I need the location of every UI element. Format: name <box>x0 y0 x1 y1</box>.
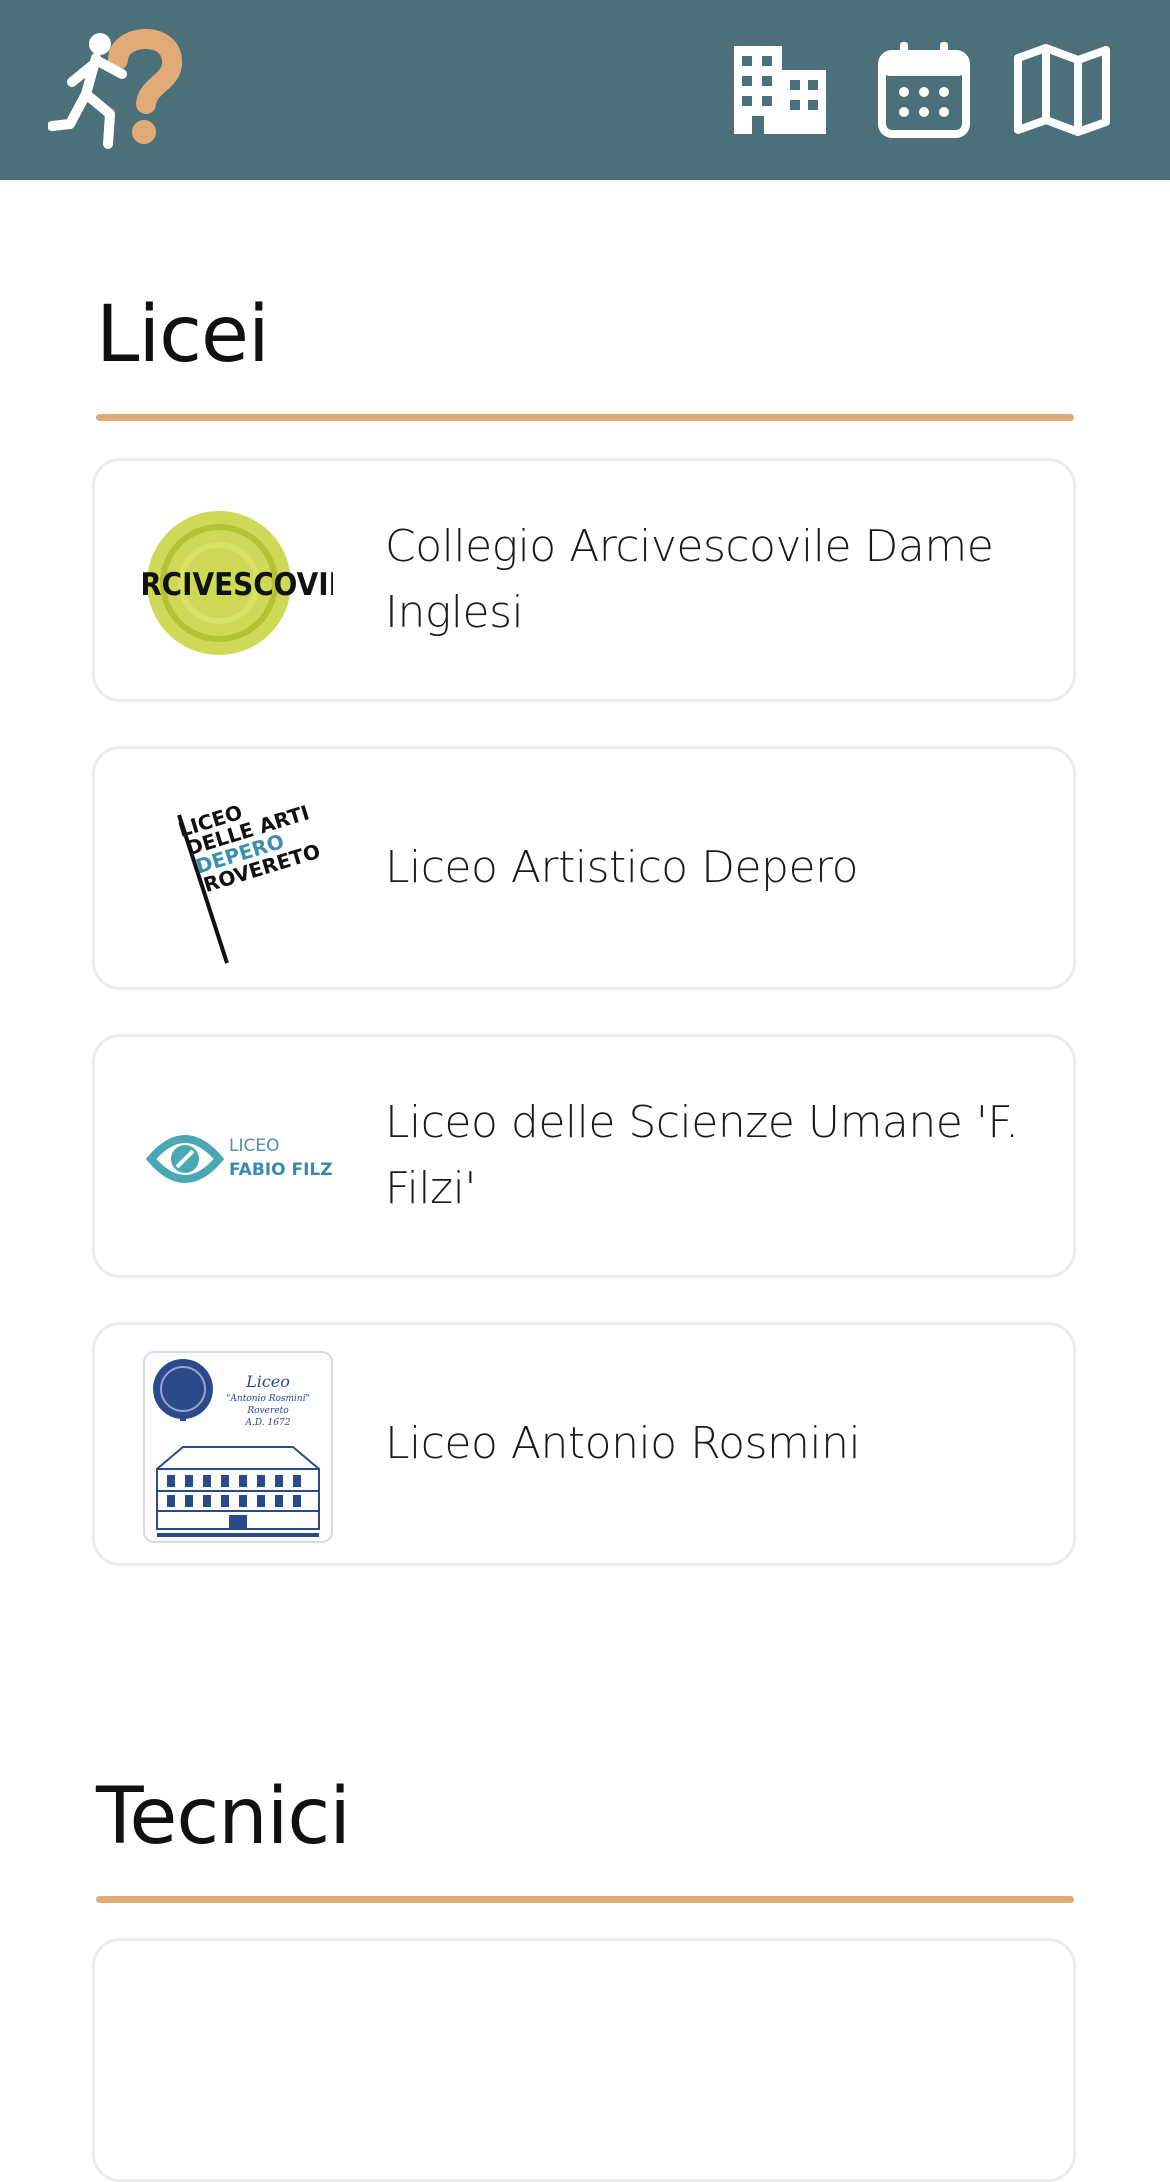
school-card[interactable]: Liceo "Antonio Rosmini" Rovereto A.D. 16… <box>92 1322 1076 1566</box>
school-logo: ARCIVESCOVILE <box>143 487 333 679</box>
running-question-logo-icon[interactable] <box>47 22 183 157</box>
school-logo: Liceo "Antonio Rosmini" Rovereto A.D. 16… <box>143 1351 333 1543</box>
school-name: Liceo delle Scienze Umane 'F. Filzi' <box>385 1097 1019 1214</box>
school-card[interactable]: LICEO FABIO FILZI Liceo delle Scienze Um… <box>92 1034 1076 1278</box>
section-divider <box>96 1896 1074 1903</box>
calendar-icon[interactable] <box>874 40 974 140</box>
logo-text: ARCIVESCOVILE <box>143 567 333 603</box>
logo-text: Rovereto <box>246 1406 289 1416</box>
map-icon[interactable] <box>1012 40 1112 140</box>
school-card[interactable]: ARCIVESCOVILE Collegio Arcivescovile Dam… <box>92 458 1076 702</box>
logo-text: FABIO FILZI <box>229 1160 333 1180</box>
section-title-tecnici: Tecnici <box>96 1772 351 1862</box>
top-app-bar <box>0 0 1170 180</box>
school-name: Liceo Antonio Rosmini <box>385 1418 861 1469</box>
school-card[interactable]: LICEO DELLE ARTI DEPERO ROVERETO Liceo A… <box>92 746 1076 990</box>
logo-text: "Antonio Rosmini" <box>226 1394 309 1404</box>
logo-text: A.D. 1672 <box>245 1418 291 1428</box>
section-title-licei: Licei <box>96 290 270 380</box>
logo-text: Liceo <box>245 1372 290 1391</box>
section-divider <box>96 414 1074 421</box>
school-name: Collegio Arcivescovile Dame Inglesi <box>385 521 994 638</box>
school-name: Liceo Artistico Depero <box>385 842 859 893</box>
school-logo: LICEO FABIO FILZI <box>143 1063 333 1255</box>
school-card[interactable] <box>92 1938 1076 2182</box>
school-logo: LICEO DELLE ARTI DEPERO ROVERETO <box>143 775 333 967</box>
building-icon[interactable] <box>730 40 830 140</box>
logo-text: LICEO <box>229 1136 279 1156</box>
